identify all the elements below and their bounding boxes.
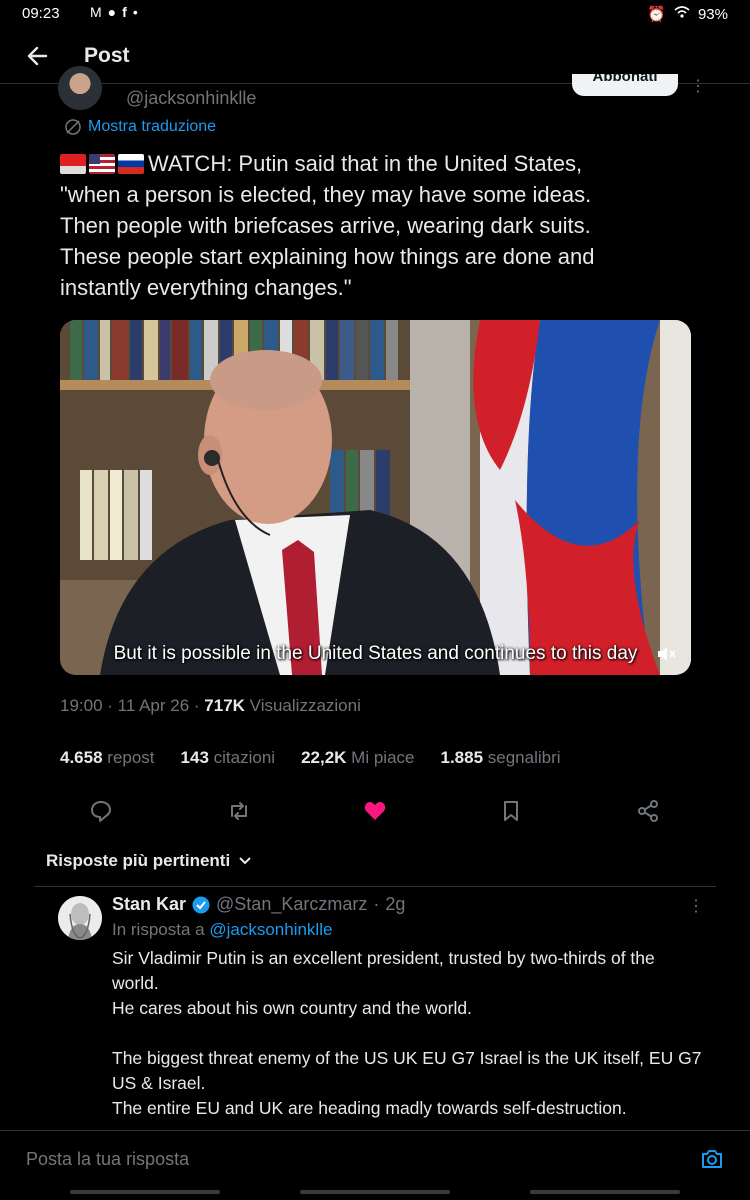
author-avatar[interactable]: [58, 66, 102, 110]
show-translation-link[interactable]: Mostra traduzione: [64, 118, 216, 136]
repost-icon[interactable]: [226, 798, 252, 824]
facebook-icon: f: [122, 4, 127, 20]
gmail-icon: M: [90, 4, 102, 20]
divider: [34, 886, 716, 887]
video-player[interactable]: But it is possible in the United States …: [60, 320, 691, 675]
engagement-stats: 4.658 repost 143 citazioni 22,2K Mi piac…: [60, 748, 561, 768]
subscribe-label: Abbonati: [592, 74, 658, 85]
alarm-icon: ⏰: [647, 6, 666, 23]
flag-emojis: [60, 154, 144, 174]
reposts-stat[interactable]: 4.658 repost: [60, 748, 155, 768]
wifi-icon: [674, 5, 690, 23]
mute-icon[interactable]: [655, 643, 677, 665]
bookmarks-count: 1.885: [440, 748, 484, 767]
translate-label: Mostra traduzione: [88, 118, 217, 135]
in-reply-handle-link[interactable]: @jacksonhinklle: [209, 920, 332, 939]
likes-stat[interactable]: 22,2K Mi piace: [301, 748, 414, 768]
more-options-icon[interactable]: ⋮: [690, 76, 706, 96]
in-reply-prefix: In risposta a: [112, 920, 205, 939]
status-right: ⏰ 93%: [647, 5, 728, 24]
camera-icon[interactable]: [700, 1147, 724, 1171]
reply-author-handle[interactable]: @Stan_Karczmarz: [216, 894, 367, 915]
status-time: 09:23: [22, 5, 60, 22]
battery-level: 93%: [697, 5, 728, 23]
reply-line: Sir Vladimir Putin is an excellent presi…: [112, 948, 655, 993]
post-date: 11 Apr 26: [117, 696, 190, 715]
reposts-count: 4.658: [60, 748, 103, 767]
siren-emoji-icon: [60, 154, 86, 174]
reply-line: [112, 1021, 702, 1046]
separator-dot: ·: [373, 894, 380, 914]
share-icon[interactable]: [635, 798, 661, 824]
post-time: 19:00: [60, 696, 103, 715]
nav-segment: [300, 1190, 450, 1194]
reply-sort-dropdown[interactable]: Risposte più pertinenti: [46, 851, 252, 871]
reply-line: He cares about his own country and the w…: [112, 998, 472, 1018]
reply-header: Stan Kar @Stan_Karczmarz · 2g: [112, 894, 405, 915]
reply-icon[interactable]: [88, 798, 114, 824]
bookmark-icon[interactable]: [498, 798, 524, 824]
status-bar: 09:23 M ● f • ⏰ 93%: [0, 0, 750, 28]
in-reply-to: In risposta a @jacksonhinklle: [112, 920, 332, 940]
likes-label: Mi piace: [351, 748, 415, 767]
post-text: WATCH: Putin said that in the United Sta…: [60, 148, 700, 303]
chevron-down-icon: [239, 857, 251, 865]
subscribe-button[interactable]: Abbonati: [572, 74, 678, 96]
notification-icons: M ● f •: [90, 4, 138, 20]
verified-badge-icon: [192, 896, 210, 913]
reply-input-placeholder[interactable]: Posta la tua risposta: [26, 1149, 189, 1170]
quotes-label: citazioni: [213, 748, 276, 767]
nav-segment: [70, 1190, 220, 1194]
quotes-count: 143: [180, 748, 209, 767]
reply-author-name[interactable]: Stan Kar: [112, 894, 186, 915]
author-handle[interactable]: @jacksonhinklle: [126, 88, 256, 109]
page-title: Post: [84, 44, 130, 67]
message-icon: ●: [107, 4, 117, 20]
post-meta: 19:00 · 11 Apr 26 · 717K Visualizzazioni: [60, 696, 361, 715]
view-count: 717K: [204, 696, 245, 715]
sort-label: Risposte più pertinenti: [46, 851, 231, 870]
quotes-stat[interactable]: 143 citazioni: [181, 748, 276, 768]
reposts-label: repost: [107, 748, 155, 767]
back-arrow-icon[interactable]: [24, 42, 52, 70]
bookmarks-label: segnalibri: [487, 748, 561, 767]
reply-age: 2g: [385, 894, 406, 914]
nav-segment: [530, 1190, 680, 1194]
russia-flag-icon: [118, 154, 144, 174]
view-label: Visualizzazioni: [249, 696, 361, 715]
video-frame: [60, 320, 691, 675]
reply-more-options-icon[interactable]: ⋮: [688, 896, 704, 916]
reply-text: Sir Vladimir Putin is an excellent presi…: [112, 946, 702, 1121]
like-heart-icon[interactable]: [362, 798, 388, 824]
reply-composer[interactable]: Posta la tua risposta: [0, 1130, 750, 1186]
action-bar: [60, 796, 680, 828]
reply-line: The entire EU and UK are heading madly t…: [112, 1098, 627, 1118]
video-caption: But it is possible in the United States …: [113, 643, 638, 664]
likes-count: 22,2K: [301, 748, 347, 767]
translate-icon: [65, 119, 81, 135]
reply-avatar[interactable]: [58, 896, 102, 940]
dot-icon: •: [132, 4, 138, 20]
bookmarks-stat[interactable]: 1.885 segnalibri: [440, 748, 560, 768]
us-flag-icon: [89, 154, 115, 174]
reply-line: The biggest threat enemy of the US UK EU…: [112, 1048, 702, 1093]
system-nav-bar: [0, 1186, 750, 1200]
